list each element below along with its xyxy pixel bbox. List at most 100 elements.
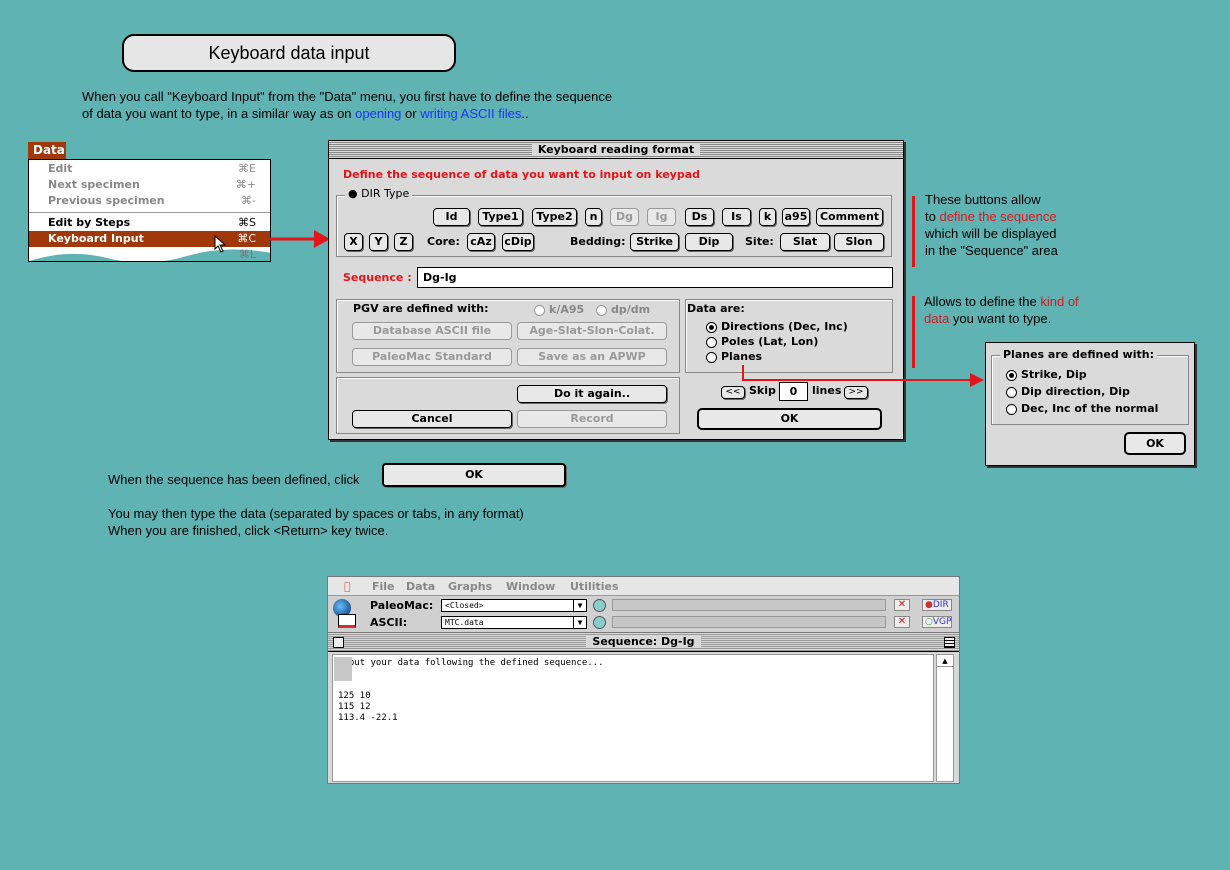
k-button[interactable]: k	[759, 208, 776, 226]
apple-icon[interactable]: 	[344, 577, 351, 596]
annotation-sequence: These buttons allow to define the sequen…	[925, 192, 1058, 258]
record-button[interactable]: Record	[517, 410, 667, 428]
radio-planes[interactable]	[706, 352, 717, 363]
vgp-tag[interactable]: ○VGP	[922, 616, 952, 628]
menu-item-previous-specimen[interactable]: Previous specimen ⌘-	[29, 193, 270, 209]
ascii-popup[interactable]: MTC.data ▼	[441, 616, 587, 629]
strike-button[interactable]: Strike	[630, 233, 679, 251]
pgv-radio-ka95[interactable]	[534, 305, 545, 316]
radio-directions-label: Directions (Dec, Inc)	[721, 320, 848, 333]
menu-separator	[29, 212, 270, 213]
scroll-up-icon[interactable]: ▲	[937, 655, 953, 667]
paleomac-popup[interactable]: <Closed> ▼	[441, 599, 587, 612]
menu-utilities[interactable]: Utilities	[570, 577, 619, 596]
paleomac-standard-button[interactable]: PaleoMac Standard	[352, 348, 512, 366]
close-box-icon[interactable]	[333, 637, 344, 648]
writing-ascii-link[interactable]: writing ASCII files	[420, 106, 521, 121]
sequence-window-title-bar: Sequence: Dg-Ig	[328, 633, 959, 652]
status-circle-icon[interactable]	[593, 616, 606, 629]
step-text: When the sequence has been defined, clic…	[108, 472, 360, 487]
dip-button[interactable]: Dip	[685, 233, 733, 251]
x-button[interactable]: X	[344, 233, 363, 251]
menu-bar:  File Data Graphs Window Utilities	[328, 577, 959, 596]
n-button[interactable]: n	[585, 208, 602, 226]
planes-ok-button[interactable]: OK	[1124, 432, 1186, 455]
arrow-icon	[270, 230, 330, 248]
slat-button[interactable]: Slat	[780, 233, 830, 251]
scrollbar[interactable]: ▲	[936, 654, 954, 782]
status-circle-icon[interactable]	[593, 599, 606, 612]
ascii-label: ASCII:	[370, 616, 408, 629]
dialog-instruction: Define the sequence of data you want to …	[343, 168, 701, 181]
age-slat-slon-button[interactable]: Age-Slat-Slon-Colat.	[517, 322, 667, 340]
cursor-block	[334, 657, 352, 681]
menu-data[interactable]: Data	[406, 577, 435, 596]
paleomac-label: PaleoMac:	[370, 599, 434, 612]
menu-graphs[interactable]: Graphs	[448, 577, 492, 596]
core-label: Core:	[427, 235, 460, 248]
id-button[interactable]: Id	[433, 208, 470, 226]
y-button[interactable]: Y	[369, 233, 388, 251]
menu-item-partial: ⌘L	[238, 248, 256, 261]
dialog-title-bar: Keyboard reading format	[329, 141, 903, 159]
is-button[interactable]: Is	[722, 208, 751, 226]
menu-window[interactable]: Window	[506, 577, 555, 596]
annotation-bar	[912, 196, 915, 267]
sequence-field[interactable]: Dg-Ig	[417, 267, 893, 288]
pgv-radio-dpdm[interactable]	[596, 305, 607, 316]
type2-button[interactable]: Type2	[532, 208, 577, 226]
radio-dip-direction[interactable]	[1006, 387, 1017, 398]
ds-button[interactable]: Ds	[685, 208, 714, 226]
close-icon[interactable]: ✕	[894, 599, 910, 611]
text-area[interactable]: Input your data following the defined se…	[332, 654, 934, 782]
cdip-button[interactable]: cDip	[502, 233, 534, 251]
planes-dialog: Planes are defined with: Strike, Dip Dip…	[985, 342, 1195, 466]
opening-link[interactable]: opening	[355, 106, 401, 121]
radio-poles-label: Poles (Lat, Lon)	[721, 335, 819, 348]
a95-button[interactable]: a95	[782, 208, 810, 226]
save-apwp-button[interactable]: Save as an APWP	[517, 348, 667, 366]
ok-button[interactable]: OK	[697, 408, 882, 430]
pgv-radio-dpdm-label: dp/dm	[611, 303, 651, 316]
sequence-window-title: Sequence: Dg-Ig	[586, 635, 701, 648]
radio-strike-dip[interactable]	[1006, 370, 1017, 381]
ig-button[interactable]: Ig	[647, 208, 676, 226]
pgv-label: PGV are defined with:	[353, 302, 489, 315]
menu-item-next-specimen[interactable]: Next specimen ⌘+	[29, 177, 270, 193]
dir-type-label: ● DIR Type	[345, 187, 413, 201]
radio-directions[interactable]	[706, 322, 717, 333]
dir-tag[interactable]: ●DIR	[922, 599, 952, 611]
paleomac-progress	[612, 599, 886, 611]
cursor-arrow-icon	[214, 235, 227, 253]
ascii-progress	[612, 616, 886, 628]
menu-title-data[interactable]: Data	[28, 142, 66, 159]
slon-button[interactable]: Slon	[834, 233, 884, 251]
radio-dip-direction-label: Dip direction, Dip	[1021, 385, 1130, 398]
keyboard-reading-format-dialog: Keyboard reading format Define the seque…	[328, 140, 904, 440]
pgv-radio-ka95-label: k/A95	[549, 303, 585, 316]
arrow-icon	[742, 365, 984, 387]
z-button[interactable]: Z	[394, 233, 413, 251]
radio-dec-inc-normal[interactable]	[1006, 404, 1017, 415]
dg-button[interactable]: Dg	[610, 208, 639, 226]
comment-button[interactable]: Comment	[816, 208, 883, 226]
caz-button[interactable]: cAz	[467, 233, 495, 251]
intro-line-1: When you call "Keyboard Input" from the …	[82, 89, 613, 104]
radio-poles[interactable]	[706, 337, 717, 348]
collapse-box-icon[interactable]	[944, 637, 955, 648]
document-icon	[338, 614, 356, 628]
menu-panel: Edit ⌘E Next specimen ⌘+ Previous specimen…	[28, 159, 271, 262]
menu-item-edit-by-steps[interactable]: Edit by Steps ⌘S	[29, 215, 270, 231]
toolbar: PaleoMac: <Closed> ▼ ✕ ●DIR ASCII: MTC.da…	[328, 596, 959, 633]
menu-file[interactable]: File	[372, 577, 395, 596]
site-label: Site:	[745, 235, 774, 248]
database-ascii-button[interactable]: Database ASCII file	[352, 322, 512, 340]
example-ok-button[interactable]: OK	[382, 463, 566, 487]
do-it-again-button[interactable]: Do it again..	[517, 385, 667, 403]
close-icon[interactable]: ✕	[894, 616, 910, 628]
cancel-button[interactable]: Cancel	[352, 410, 512, 428]
type-text-1: You may then type the data (separated by…	[108, 506, 524, 521]
type1-button[interactable]: Type1	[478, 208, 523, 226]
paleomac-window:  File Data Graphs Window Utilities Pale…	[327, 576, 960, 784]
menu-item-edit[interactable]: Edit ⌘E	[29, 161, 270, 177]
